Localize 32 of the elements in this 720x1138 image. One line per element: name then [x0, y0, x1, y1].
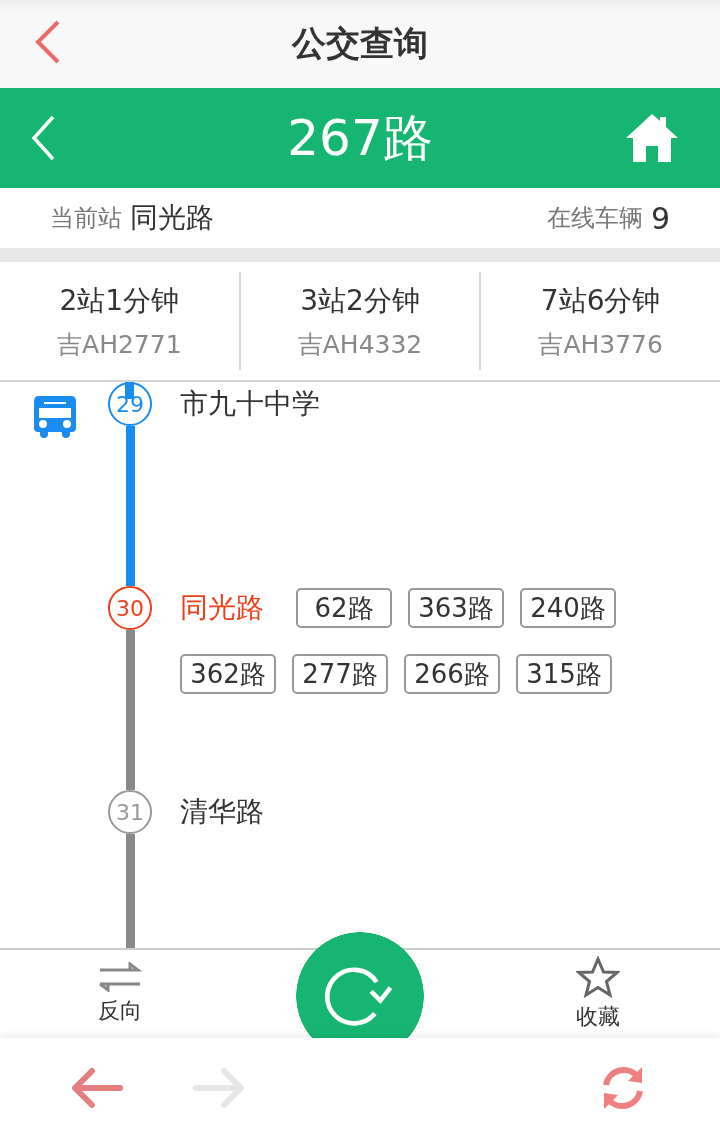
transfer-route-tag[interactable]: 62路 — [296, 588, 392, 628]
current-station-name: 同光路 — [130, 200, 214, 236]
stop-number: 30 — [108, 586, 152, 630]
plate-number: 吉AH4332 — [297, 328, 423, 361]
back-icon[interactable] — [30, 115, 56, 161]
favorite-button[interactable]: 收藏 — [576, 956, 620, 1032]
app-title: 公交查询 — [292, 22, 428, 65]
transfer-route-tag[interactable]: 266路 — [404, 654, 500, 694]
home-icon[interactable] — [624, 112, 680, 164]
transfer-route-tag[interactable]: 277路 — [292, 654, 388, 694]
stop-name[interactable]: 同光路 — [180, 586, 280, 630]
transfer-route-tag[interactable]: 315路 — [516, 654, 612, 694]
current-station-label: 当前站 — [50, 203, 122, 234]
stop-name[interactable]: 市九十中学 — [180, 382, 320, 426]
plate-number: 吉AH3776 — [538, 328, 663, 361]
plate-number: 吉AH2771 — [57, 328, 182, 361]
arrival-eta: 3站2分钟 — [300, 282, 420, 319]
transfer-route-tag[interactable]: 240路 — [520, 588, 616, 628]
star-icon — [576, 956, 620, 998]
arrival-eta: 2站1分钟 — [59, 282, 180, 319]
stop-name[interactable]: 清华路 — [180, 790, 280, 834]
back-arrow-icon[interactable] — [70, 1067, 124, 1109]
transfer-route-tag[interactable]: 363路 — [408, 588, 504, 628]
stop-number: 29 — [108, 382, 152, 426]
arrival-eta: 7站6分钟 — [540, 282, 661, 319]
reverse-button[interactable]: 反向 — [98, 962, 142, 1026]
stop-number: 31 — [108, 790, 152, 834]
online-vehicles-label: 在线车辆 — [546, 203, 643, 234]
transfer-route-tag[interactable]: 362路 — [180, 654, 276, 694]
online-vehicles-count: 9 — [650, 200, 670, 236]
route-title: 267路 — [287, 107, 433, 169]
swap-arrows-icon — [98, 962, 142, 992]
